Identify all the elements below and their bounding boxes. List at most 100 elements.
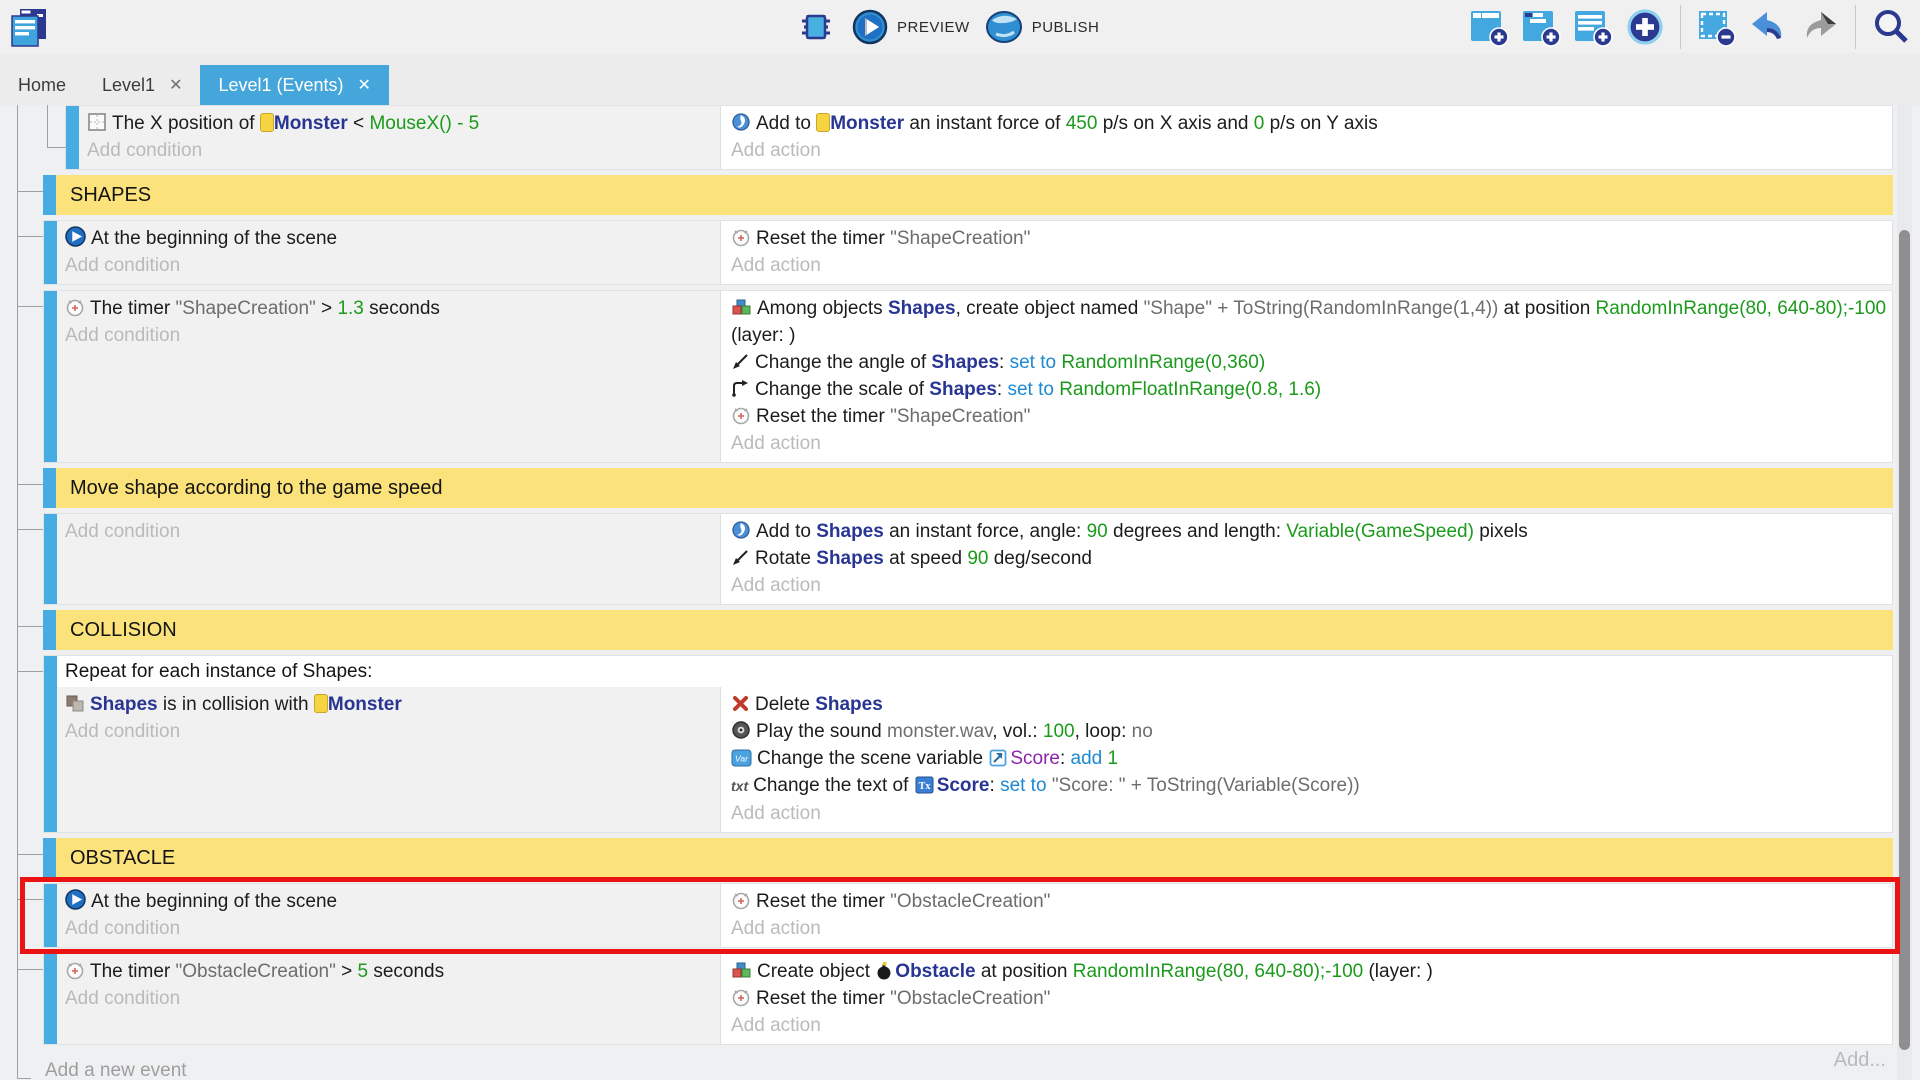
- add-action-button[interactable]: Add action: [731, 137, 1886, 164]
- action-line[interactable]: Reset the timer "ShapeCreation": [731, 225, 1886, 252]
- event-row[interactable]: At the beginning of the sceneAdd conditi…: [43, 220, 1893, 285]
- monster-icon: [260, 113, 274, 132]
- publish-button[interactable]: PUBLISH: [984, 8, 1100, 46]
- instruction-text: Reset the timer: [756, 228, 890, 249]
- condition-line[interactable]: At the beginning of the scene: [65, 888, 714, 915]
- force-icon: [731, 112, 751, 132]
- add-condition-button[interactable]: Add condition: [87, 137, 714, 164]
- instruction-text: seconds: [364, 298, 440, 319]
- timer-icon: [731, 890, 751, 910]
- event-row[interactable]: The timer "ShapeCreation" > 1.3 secondsA…: [43, 290, 1893, 463]
- instruction-text: monster.wav: [887, 721, 992, 742]
- timer-icon: [65, 960, 85, 980]
- angle-icon: [731, 548, 750, 567]
- add-action-button[interactable]: Add action: [731, 800, 1886, 827]
- instruction-text: 1.3: [337, 298, 363, 319]
- instruction-text: Shapes: [816, 548, 884, 569]
- add-condition-button[interactable]: Add condition: [65, 915, 714, 942]
- position-icon: [87, 112, 107, 132]
- instruction-text: Create object: [757, 961, 875, 982]
- event-group-header[interactable]: COLLISION: [43, 610, 1893, 650]
- add-action-button[interactable]: Add action: [731, 572, 1886, 599]
- publish-label: PUBLISH: [1032, 19, 1100, 36]
- vertical-scrollbar-thumb[interactable]: [1899, 230, 1910, 1050]
- add-condition-button[interactable]: Add condition: [65, 718, 714, 745]
- tab-level1-scene[interactable]: Level1 ✕: [84, 65, 200, 105]
- add-condition-button[interactable]: Add condition: [65, 985, 714, 1012]
- add-condition-button[interactable]: Add condition: [65, 252, 714, 279]
- add-more-icon[interactable]: [1624, 6, 1666, 48]
- conditions-column: Shapes is in collision with MonsterAdd c…: [57, 687, 720, 832]
- tab-level1-events[interactable]: Level1 (Events) ✕: [200, 65, 388, 105]
- undo-icon[interactable]: [1747, 6, 1789, 48]
- instruction-text: "ObstacleCreation": [890, 891, 1050, 912]
- globe-icon: [984, 8, 1024, 46]
- add-button[interactable]: Add...: [1834, 1049, 1886, 1072]
- timer-icon: [731, 405, 751, 425]
- for-each-header[interactable]: Repeat for each instance of Shapes:: [57, 656, 1892, 687]
- text-icon: txt: [731, 773, 748, 800]
- event-row[interactable]: The X position of Monster < MouseX() - 5…: [65, 105, 1893, 170]
- action-line[interactable]: Reset the timer "ShapeCreation": [731, 403, 1886, 430]
- action-line[interactable]: Among objects Shapes, create object name…: [731, 295, 1886, 349]
- instruction-text: at position: [976, 961, 1073, 982]
- action-line[interactable]: Play the sound monster.wav, vol.: 100, l…: [731, 718, 1886, 745]
- text-object-icon: Tx: [915, 776, 934, 794]
- tab-label: Home: [18, 75, 66, 96]
- tab-home[interactable]: Home: [0, 65, 84, 105]
- action-line[interactable]: Change the angle of Shapes: set to Rando…: [731, 349, 1886, 376]
- action-line[interactable]: Reset the timer "ObstacleCreation": [731, 888, 1886, 915]
- close-icon[interactable]: ✕: [169, 75, 182, 95]
- action-line[interactable]: VarChange the scene variable Score: add …: [731, 745, 1886, 772]
- add-new-event-button[interactable]: Add a new event: [45, 1060, 187, 1080]
- add-condition-button[interactable]: Add condition: [65, 518, 714, 545]
- condition-line[interactable]: The X position of Monster < MouseX() - 5: [87, 110, 714, 137]
- event-row[interactable]: Add condition Add to Shapes an instant fo…: [43, 513, 1893, 605]
- instruction-text: Reset the timer: [756, 891, 890, 912]
- event-row[interactable]: The timer "ObstacleCreation" > 5 seconds…: [43, 953, 1893, 1045]
- instruction-text: RandomInRange(0,360): [1061, 352, 1265, 373]
- instruction-text: Score: [937, 775, 990, 796]
- vertical-scrollbar-track[interactable]: [1897, 105, 1912, 1080]
- action-line[interactable]: Delete Shapes: [731, 691, 1886, 718]
- action-line[interactable]: Rotate Shapes at speed 90 deg/second: [731, 545, 1886, 572]
- add-comment-icon[interactable]: [1572, 6, 1614, 48]
- debugger-icon[interactable]: [795, 6, 837, 48]
- add-action-button[interactable]: Add action: [731, 915, 1886, 942]
- actions-column: Reset the timer "ObstacleCreation"Add ac…: [720, 884, 1892, 947]
- action-line[interactable]: Add to Monster an instant force of 450 p…: [731, 110, 1886, 137]
- instruction-text: The X position of: [112, 113, 260, 134]
- close-icon[interactable]: ✕: [358, 75, 371, 95]
- event-group-header[interactable]: OBSTACLE: [43, 838, 1893, 878]
- add-condition-button[interactable]: Add condition: [65, 322, 714, 349]
- event-row[interactable]: At the beginning of the sceneAdd conditi…: [43, 883, 1893, 948]
- condition-line[interactable]: Shapes is in collision with Monster: [65, 691, 714, 718]
- action-line[interactable]: Reset the timer "ObstacleCreation": [731, 985, 1886, 1012]
- event-group-header[interactable]: SHAPES: [43, 175, 1893, 215]
- main-toolbar: PREVIEW PUBLISH: [0, 0, 1920, 53]
- action-line[interactable]: txtChange the text of TxScore: set to "S…: [731, 772, 1886, 800]
- add-event-icon[interactable]: [1468, 6, 1510, 48]
- event-row[interactable]: Repeat for each instance of Shapes:Shape…: [43, 655, 1893, 833]
- delete-selection-icon[interactable]: [1695, 6, 1737, 48]
- condition-line[interactable]: The timer "ShapeCreation" > 1.3 seconds: [65, 295, 714, 322]
- preview-button[interactable]: PREVIEW: [851, 8, 970, 46]
- instruction-text: p/s on Y axis: [1264, 113, 1377, 134]
- add-action-button[interactable]: Add action: [731, 252, 1886, 279]
- instruction-text: 5: [357, 961, 368, 982]
- add-action-button[interactable]: Add action: [731, 1012, 1886, 1039]
- action-line[interactable]: Create object Obstacle at position Rando…: [731, 958, 1886, 985]
- force-icon: [731, 520, 751, 540]
- instruction-text: :: [990, 775, 1001, 796]
- event-group-header[interactable]: Move shape according to the game speed: [43, 468, 1893, 508]
- condition-line[interactable]: The timer "ObstacleCreation" > 5 seconds: [65, 958, 714, 985]
- add-sub-event-icon[interactable]: [1520, 6, 1562, 48]
- action-line[interactable]: Change the scale of Shapes: set to Rando…: [731, 376, 1886, 403]
- add-action-button[interactable]: Add action: [731, 430, 1886, 457]
- variable-icon: Var: [731, 749, 752, 767]
- redo-icon[interactable]: [1799, 6, 1841, 48]
- condition-line[interactable]: At the beginning of the scene: [65, 225, 714, 252]
- search-icon[interactable]: [1870, 6, 1912, 48]
- action-line[interactable]: Add to Shapes an instant force, angle: 9…: [731, 518, 1886, 545]
- project-manager-icon[interactable]: [8, 6, 50, 48]
